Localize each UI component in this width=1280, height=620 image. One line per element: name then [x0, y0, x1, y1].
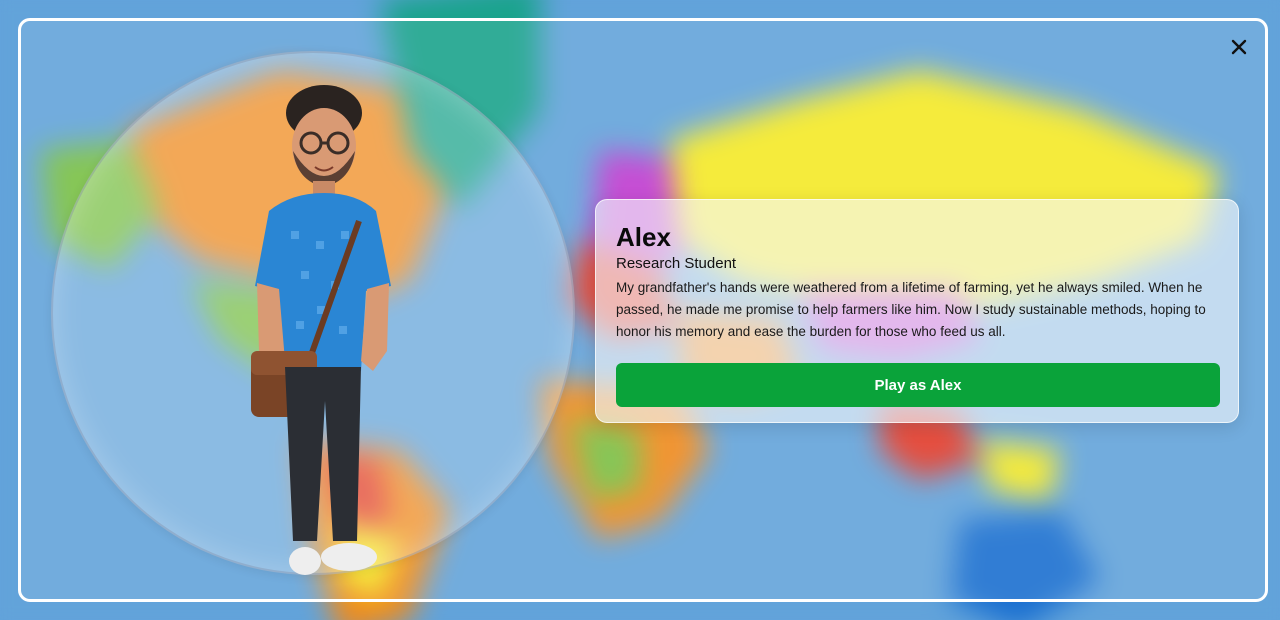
- character-modal: Alex Research Student My grandfather's h…: [18, 18, 1268, 602]
- character-avatar-icon: [251, 85, 391, 575]
- character-role: Research Student: [616, 255, 737, 272]
- character-backstory: My grandfather's hands were weathered fr…: [616, 280, 1206, 339]
- character-select-screen: Alex Research Student My grandfather's h…: [0, 0, 1280, 620]
- close-button[interactable]: [1227, 35, 1251, 59]
- play-as-character-button[interactable]: Play as Alex: [616, 363, 1220, 407]
- character-info-card: Alex Research Student My grandfather's h…: [595, 199, 1239, 423]
- character-name: Alex: [616, 222, 671, 252]
- close-icon: [1231, 39, 1247, 55]
